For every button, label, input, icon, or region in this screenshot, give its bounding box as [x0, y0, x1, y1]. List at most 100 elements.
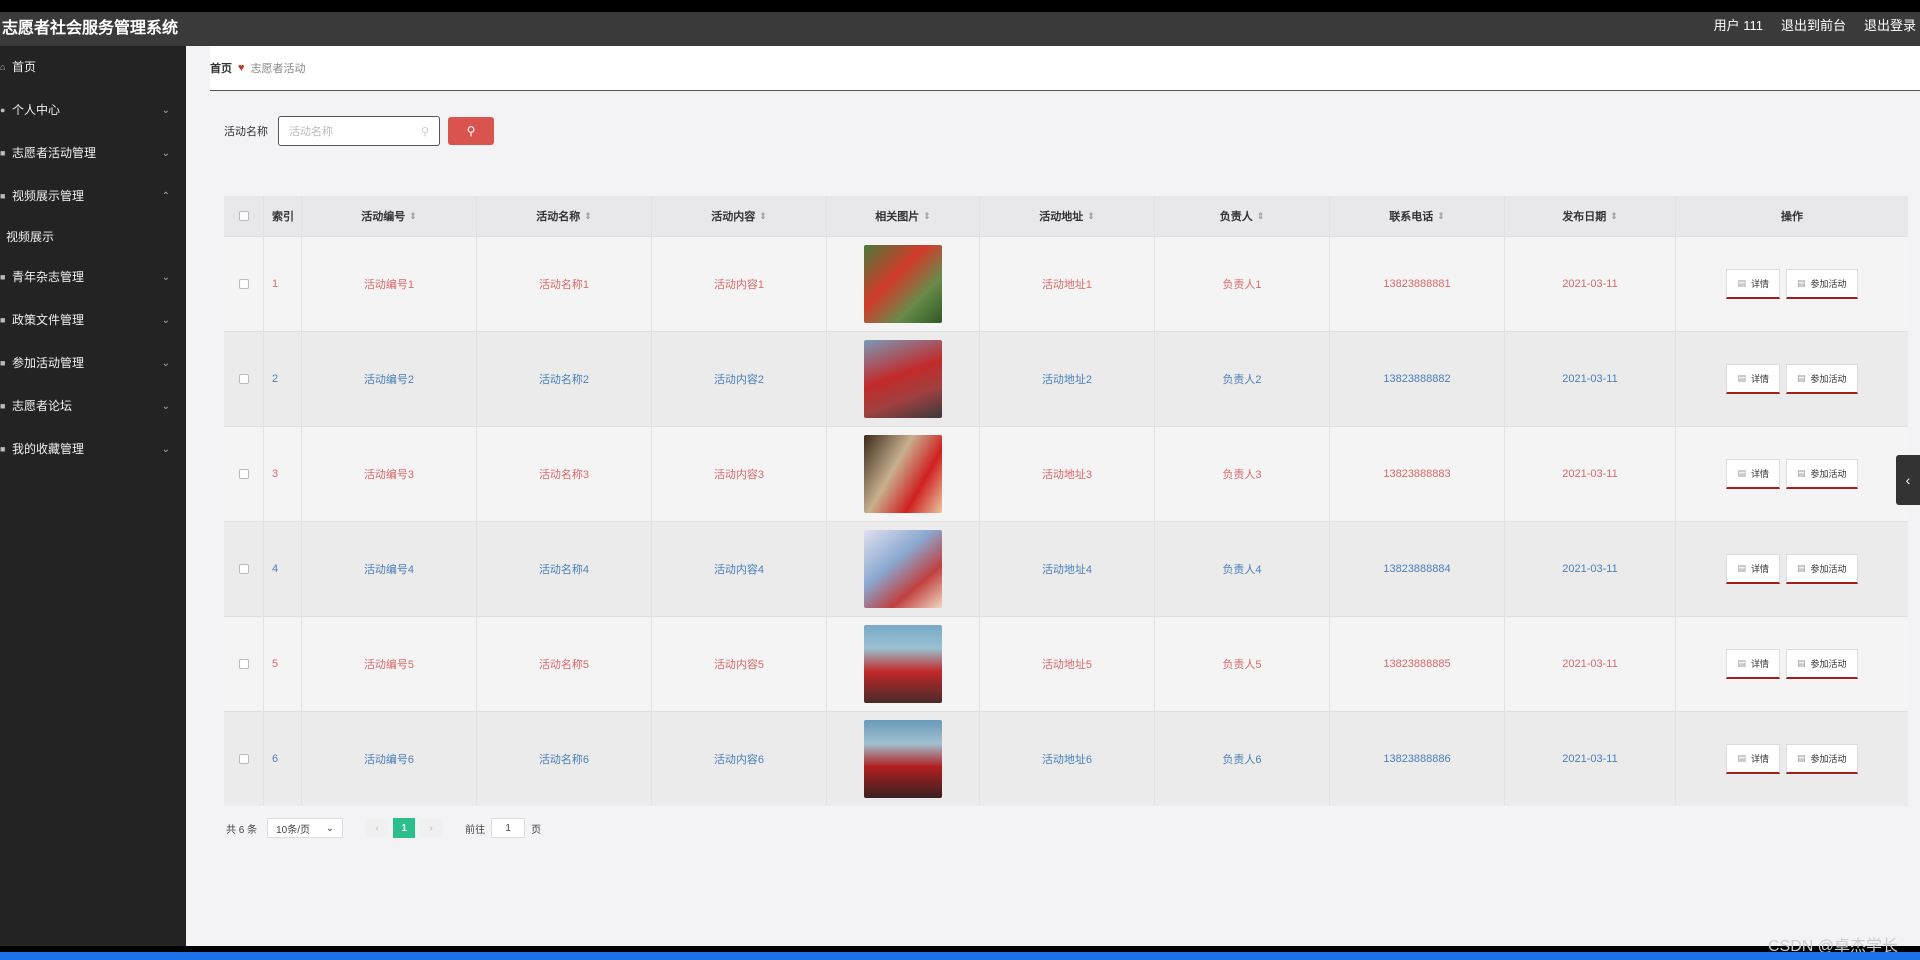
header-img[interactable]: 相关图片 ⇕: [827, 196, 980, 236]
menu-icon: ■: [0, 401, 6, 411]
row-phone: 13823888881: [1330, 237, 1505, 331]
sidebar-item-join[interactable]: ■ 参加活动管理 ⌄: [0, 342, 186, 385]
sidebar-item-label: 参加活动管理: [12, 356, 85, 370]
header-name[interactable]: 活动名称 ⇕: [477, 196, 652, 236]
detail-button[interactable]: ▤ 详情: [1726, 649, 1780, 679]
collapse-side-tab[interactable]: ‹: [1896, 455, 1920, 505]
activity-photo[interactable]: [864, 245, 942, 323]
activity-photo[interactable]: [864, 340, 942, 418]
page-size-select[interactable]: 10条/页 ⌄: [267, 818, 344, 838]
row-checkbox[interactable]: [238, 374, 249, 384]
breadcrumb: 首页 ♥ 志愿者活动: [210, 46, 1920, 91]
header-code[interactable]: 活动编号 ⇕: [302, 196, 477, 236]
row-checkbox[interactable]: [238, 469, 249, 479]
row-code: 活动编号6: [302, 712, 477, 806]
chevron-left-icon: ‹: [1905, 472, 1911, 488]
header-label: 发布日期: [1562, 211, 1607, 223]
sidebar-item-forum[interactable]: ■ 志愿者论坛 ⌄: [0, 385, 186, 428]
row-check-cell: [224, 237, 264, 331]
row-checkbox[interactable]: [238, 564, 249, 574]
detail-button[interactable]: ▤ 详情: [1726, 269, 1780, 299]
sidebar-item-home[interactable]: ⌂ 首页: [0, 46, 186, 89]
header-date[interactable]: 发布日期 ⇕: [1505, 196, 1676, 236]
goto-label: 前往: [465, 824, 486, 836]
header-label: 活动编号: [361, 211, 406, 223]
row-date: 2021-03-11: [1505, 617, 1676, 711]
row-actions: ▤ 详情 ▤ 参加活动: [1676, 427, 1908, 521]
header-owner[interactable]: 负责人 ⇕: [1155, 196, 1330, 236]
row-content: 活动内容6: [652, 712, 827, 806]
document-icon: ▤: [1737, 753, 1746, 763]
sidebar-item-policy[interactable]: ■ 政策文件管理 ⌄: [0, 299, 186, 342]
row-checkbox[interactable]: [238, 279, 249, 289]
exit-to-front-link[interactable]: 退出到前台: [1781, 15, 1846, 34]
search-input[interactable]: 活动名称 ⚲: [278, 116, 440, 146]
activity-photo[interactable]: [864, 720, 942, 798]
row-image-cell: [827, 237, 980, 331]
join-activity-button[interactable]: ▤ 参加活动: [1786, 744, 1858, 774]
sidebar-item-video[interactable]: ■ 视频展示管理 ⌃: [0, 175, 186, 218]
sidebar-item-activity[interactable]: ■ 志愿者活动管理 ⌄: [0, 132, 186, 175]
search-button[interactable]: ⚲: [448, 117, 494, 145]
page-number-current[interactable]: 1: [393, 818, 416, 838]
join-activity-button[interactable]: ▤ 参加活动: [1786, 649, 1858, 679]
search-icon: ⚲: [420, 125, 429, 138]
row-checkbox[interactable]: [238, 659, 249, 669]
join-label: 参加活动: [1810, 374, 1847, 384]
row-image-cell: [827, 332, 980, 426]
detail-button[interactable]: ▤ 详情: [1726, 554, 1780, 584]
logout-link[interactable]: 退出登录: [1864, 15, 1916, 34]
activity-photo[interactable]: [864, 530, 942, 608]
header-label: 活动名称: [536, 211, 581, 223]
sidebar-item-personal[interactable]: ● 个人中心 ⌄: [0, 89, 186, 132]
header-addr[interactable]: 活动地址 ⇕: [980, 196, 1155, 236]
row-owner: 负责人5: [1155, 617, 1330, 711]
row-addr: 活动地址4: [980, 522, 1155, 616]
search-placeholder: 活动名称: [289, 126, 333, 138]
header-label: 联系电话: [1389, 211, 1434, 223]
detail-label: 详情: [1750, 754, 1769, 764]
detail-button[interactable]: ▤ 详情: [1726, 364, 1780, 394]
activity-photo[interactable]: [864, 435, 942, 513]
menu-icon: ■: [0, 148, 6, 158]
join-activity-button[interactable]: ▤ 参加活动: [1786, 554, 1858, 584]
chevron-down-icon: ⌄: [161, 148, 170, 159]
row-owner: 负责人6: [1155, 712, 1330, 806]
sidebar-item-label: 视频展示管理: [12, 189, 85, 203]
join-activity-button[interactable]: ▤ 参加活动: [1786, 269, 1858, 299]
activity-photo[interactable]: [864, 625, 942, 703]
row-name: 活动名称1: [477, 237, 652, 331]
detail-label: 详情: [1750, 279, 1769, 289]
document-icon: ▤: [1797, 468, 1806, 478]
table-header: 索引 活动编号 ⇕ 活动名称 ⇕ 活动内容 ⇕ 相关图片 ⇕ 活动地址 ⇕ 负责人 ⇕ 联系…: [224, 196, 1908, 236]
chevron-down-icon: ⌄: [325, 822, 335, 834]
user-label[interactable]: 用户 111: [1714, 15, 1763, 34]
next-page-button[interactable]: ›: [420, 818, 443, 838]
sort-icon: ⇕: [584, 210, 592, 221]
row-image-cell: [827, 522, 980, 616]
sidebar-subitem-video-show[interactable]: 视频展示: [0, 218, 186, 256]
detail-button[interactable]: ▤ 详情: [1726, 744, 1780, 774]
row-checkbox[interactable]: [238, 754, 249, 764]
header-content[interactable]: 活动内容 ⇕: [652, 196, 827, 236]
sort-icon: ⇕: [759, 210, 767, 221]
row-date: 2021-03-11: [1505, 332, 1676, 426]
goto-page-input[interactable]: 1: [491, 818, 526, 838]
sidebar-item-favorites[interactable]: ■ 我的收藏管理 ⌄: [0, 428, 186, 471]
bottom-progress-bar: [0, 952, 1920, 960]
join-activity-button[interactable]: ▤ 参加活动: [1786, 459, 1858, 489]
breadcrumb-home[interactable]: 首页: [210, 60, 232, 76]
row-actions: ▤ 详情 ▤ 参加活动: [1676, 712, 1908, 806]
prev-page-button[interactable]: ‹: [366, 818, 389, 838]
header-phone[interactable]: 联系电话 ⇕: [1330, 196, 1505, 236]
join-activity-button[interactable]: ▤ 参加活动: [1786, 364, 1858, 394]
sidebar-item-label: 志愿者论坛: [12, 399, 73, 413]
page-unit-label: 页: [531, 824, 542, 836]
row-owner: 负责人2: [1155, 332, 1330, 426]
detail-label: 详情: [1750, 374, 1769, 384]
select-all-checkbox[interactable]: [238, 211, 249, 221]
detail-button[interactable]: ▤ 详情: [1726, 459, 1780, 489]
table-row: 4 活动编号4 活动名称4 活动内容4 活动地址4 负责人4 13823888884 2021…: [224, 521, 1908, 616]
row-index: 2: [264, 332, 302, 426]
sidebar-item-magazine[interactable]: ■ 青年杂志管理 ⌄: [0, 256, 186, 299]
